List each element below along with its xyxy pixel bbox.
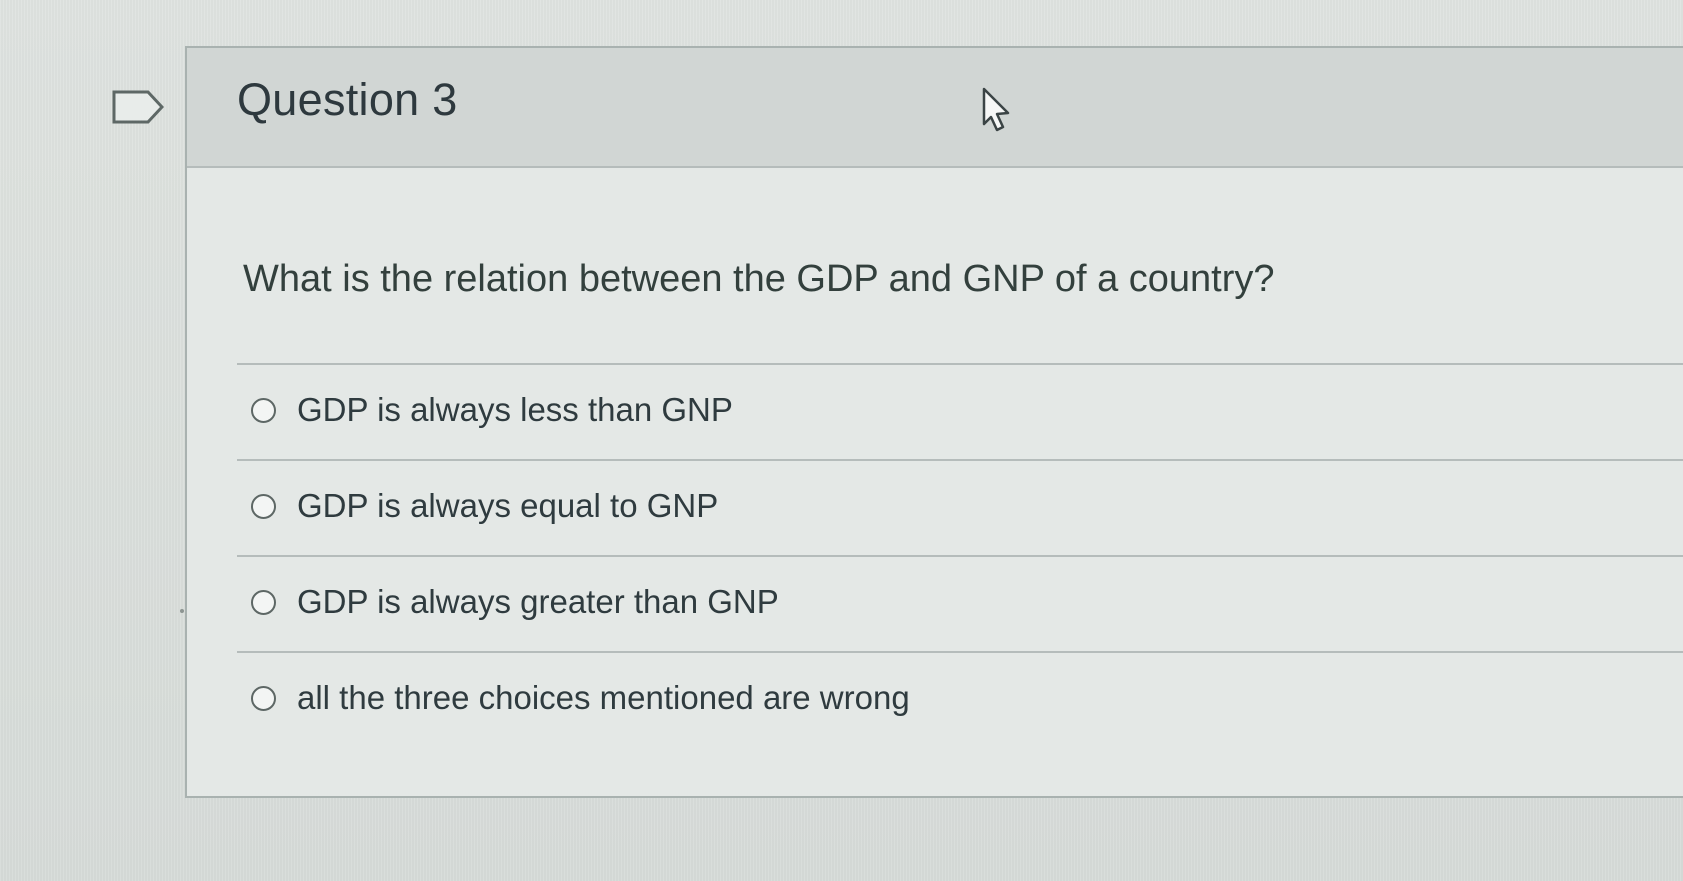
mouse-pointer-icon (980, 86, 1013, 132)
answer-label: GDP is always equal to GNP (297, 487, 719, 524)
question-title: Question 3 (237, 74, 458, 125)
answer-list: GDP is always less than GNP GDP is alway… (237, 363, 1683, 747)
answer-option-all-wrong[interactable]: all the three choices mentioned are wron… (237, 651, 1683, 747)
answer-option-equal-to[interactable]: GDP is always equal to GNP (237, 459, 1683, 555)
radio-button-icon[interactable] (251, 398, 276, 423)
answer-option-less-than[interactable]: GDP is always less than GNP (237, 363, 1683, 459)
answer-option-greater-than[interactable]: GDP is always greater than GNP (237, 555, 1683, 651)
question-prompt: What is the relation between the GDP and… (243, 258, 1275, 300)
answer-label: all the three choices mentioned are wron… (297, 679, 910, 716)
question-body: What is the relation between the GDP and… (187, 168, 1683, 796)
radio-button-icon[interactable] (251, 686, 276, 711)
radio-button-icon[interactable] (251, 494, 276, 519)
radio-button-icon[interactable] (251, 590, 276, 615)
question-header: Question 3 (187, 48, 1683, 168)
page-marker-dot (180, 609, 184, 613)
flag-question-icon[interactable] (112, 90, 164, 124)
answer-label: GDP is always less than GNP (297, 391, 733, 428)
answer-label: GDP is always greater than GNP (297, 583, 779, 620)
question-card: Question 3 What is the relation between … (185, 46, 1683, 798)
